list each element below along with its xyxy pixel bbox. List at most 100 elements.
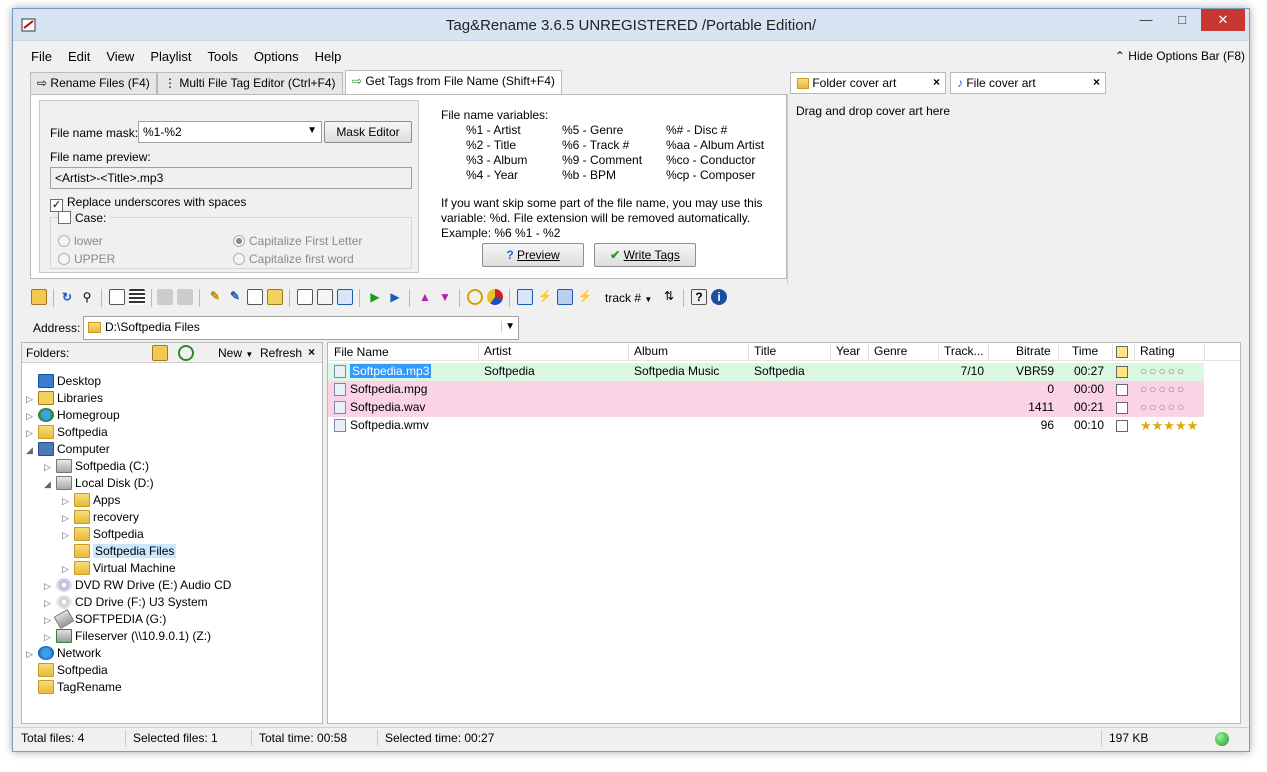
folder-tag-icon[interactable] — [267, 289, 283, 305]
info-icon[interactable]: i — [711, 289, 727, 305]
expand-arrow-icon[interactable]: ▷ — [62, 527, 74, 544]
menu-tools[interactable]: Tools — [200, 47, 246, 66]
col-title[interactable]: Title — [754, 344, 776, 358]
menu-playlist[interactable]: Playlist — [142, 47, 199, 66]
file-row[interactable]: Softpedia.mp3 Softpedia Softpedia Music Sof… — [328, 363, 1204, 381]
tree-node[interactable]: ▷ recovery — [62, 509, 139, 526]
case-lower-radio[interactable]: lower — [58, 234, 103, 248]
col-album[interactable]: Album — [634, 344, 668, 358]
tree-node[interactable]: ▷ Softpedia — [62, 526, 144, 543]
expand-arrow-icon[interactable]: ▷ — [44, 459, 56, 476]
expand-arrow-icon[interactable]: ▷ — [44, 629, 56, 646]
expand-arrow-icon[interactable]: ▷ — [62, 493, 74, 510]
tree-node[interactable]: ▷ SOFTPEDIA (G:) — [44, 608, 166, 630]
case-upper-radio[interactable]: UPPER — [58, 252, 115, 266]
tree-node[interactable]: Desktop — [26, 373, 101, 390]
play-icon[interactable]: ▶ — [367, 289, 383, 305]
picture-column-icon[interactable] — [1116, 346, 1128, 358]
maximize-button[interactable]: □ — [1167, 9, 1197, 31]
help-icon[interactable]: ? — [691, 289, 707, 305]
tree-node[interactable]: ▷ Fileserver (\\10.9.0.1) (Z:) — [44, 628, 211, 645]
move-down-icon[interactable]: ▼ — [437, 289, 453, 305]
close-button[interactable]: ✕ — [1201, 9, 1245, 31]
menu-view[interactable]: View — [98, 47, 142, 66]
clipboard-tag-icon[interactable] — [337, 289, 353, 305]
tree-node[interactable]: ▷ Apps — [62, 492, 120, 509]
close-icon[interactable]: × — [933, 75, 940, 89]
col-track[interactable]: Track... — [944, 344, 984, 358]
cover-art-drop-area[interactable]: Drag and drop cover art here — [787, 94, 1109, 284]
rating-stars[interactable]: ○○○○○ — [1140, 364, 1186, 378]
file-row[interactable]: Softpedia.wmv 96 00:10 ★★★★★ — [328, 417, 1204, 435]
edit-pencil-icon[interactable]: ✎ — [207, 289, 223, 305]
case-capitalize-letter-radio[interactable]: Capitalize First Letter — [233, 234, 362, 248]
tree-node[interactable]: ◢ Local Disk (D:) — [44, 475, 154, 492]
chart-pie-icon[interactable] — [487, 289, 503, 305]
expand-arrow-icon[interactable]: ▷ — [44, 595, 56, 612]
favorites-icon[interactable] — [178, 345, 194, 361]
address-input[interactable]: D:\Softpedia Files ▼ — [83, 316, 519, 340]
expand-arrow-icon[interactable]: ▷ — [26, 391, 38, 408]
mask-combobox[interactable]: %1-%2 ▼ — [138, 121, 322, 143]
tree-node[interactable]: TagRename — [26, 679, 122, 696]
cd-icon[interactable] — [467, 289, 483, 305]
windows-icon[interactable] — [557, 289, 573, 305]
folder-new-icon[interactable] — [177, 289, 193, 305]
grid-view-icon[interactable] — [129, 289, 145, 305]
tree-node[interactable]: ▷ Softpedia — [26, 424, 108, 441]
copy-icon[interactable] — [297, 289, 313, 305]
expand-arrow-icon[interactable]: ▷ — [26, 425, 38, 442]
col-genre[interactable]: Genre — [874, 344, 907, 358]
folder-up-icon[interactable] — [157, 289, 173, 305]
tree-node[interactable]: ▷ DVD RW Drive (E:) Audio CD — [44, 577, 231, 594]
tab-get-tags-from-file-name[interactable]: ⇨ Get Tags from File Name (Shift+F4) — [345, 70, 562, 95]
expand-arrow-icon[interactable]: ▷ — [26, 408, 38, 425]
expand-arrow-icon[interactable]: ▷ — [44, 612, 56, 629]
tree-node[interactable]: ▷ Libraries — [26, 390, 103, 407]
open-folder-icon[interactable] — [31, 289, 47, 305]
move-up-icon[interactable]: ▲ — [417, 289, 433, 305]
tab-multi-file-tag-editor[interactable]: ⋮ Multi File Tag Editor (Ctrl+F4) — [157, 72, 343, 94]
tab-folder-cover-art[interactable]: Folder cover art × — [790, 72, 946, 94]
tree-node[interactable]: ▷ Virtual Machine — [62, 560, 176, 577]
tree-view-icon[interactable] — [109, 289, 125, 305]
col-time[interactable]: Time — [1072, 344, 1098, 358]
file-row[interactable]: Softpedia.wav 1411 00:21 ○○○○○ — [328, 399, 1204, 417]
expand-arrow-icon[interactable]: ▷ — [62, 510, 74, 527]
mask-editor-button[interactable]: Mask Editor — [324, 121, 412, 143]
menu-help[interactable]: Help — [307, 47, 350, 66]
sort-icon[interactable]: ⇅ — [661, 289, 677, 305]
col-bitrate[interactable]: Bitrate — [1016, 344, 1051, 358]
expand-arrow-icon[interactable]: ▷ — [26, 646, 38, 663]
folder-up-icon[interactable] — [152, 345, 168, 361]
replace-underscores-checkbox[interactable]: ✓ Replace underscores with spaces — [50, 195, 246, 212]
tree-node[interactable]: ▷ CD Drive (F:) U3 System — [44, 594, 208, 611]
col-rating[interactable]: Rating — [1140, 344, 1175, 358]
search-icon[interactable]: ⚲ — [79, 289, 95, 305]
expand-arrow-icon[interactable]: ◢ — [26, 442, 38, 459]
col-year[interactable]: Year — [836, 344, 860, 358]
minimize-button[interactable]: — — [1131, 9, 1161, 31]
check-doc-icon[interactable] — [517, 289, 533, 305]
expand-arrow-icon[interactable]: ◢ — [44, 476, 56, 493]
tab-rename-files[interactable]: ⇨ Rename Files (F4) — [30, 72, 157, 94]
rating-stars[interactable]: ○○○○○ — [1140, 382, 1186, 396]
file-row[interactable]: Softpedia.mpg 0 00:00 ○○○○○ — [328, 381, 1204, 399]
menu-file[interactable]: File — [23, 47, 60, 66]
write-tags-button[interactable]: ✔ Write Tags — [594, 243, 696, 267]
tree-node[interactable]: ▷ Softpedia (C:) — [44, 458, 149, 475]
edit-blue-pencil-icon[interactable]: ✎ — [227, 289, 243, 305]
col-artist[interactable]: Artist — [484, 344, 511, 358]
chevron-down-icon[interactable]: ▼ — [501, 321, 515, 332]
track-number-dropdown[interactable]: track # ▼ — [605, 291, 652, 305]
tree-node[interactable]: ▷ Network — [26, 645, 101, 662]
new-folder-button[interactable]: New ▼ — [218, 346, 253, 360]
play-queue-icon[interactable]: ▶ — [387, 289, 403, 305]
tree-node[interactable]: ◢ Computer — [26, 441, 110, 458]
lightning-icon[interactable]: ⚡ — [537, 289, 553, 305]
rating-stars[interactable]: ○○○○○ — [1140, 400, 1186, 414]
expand-arrow-icon[interactable]: ▷ — [44, 578, 56, 595]
refresh-icon[interactable]: ↻ — [59, 289, 75, 305]
tree-node[interactable]: Softpedia — [26, 662, 108, 679]
hide-options-bar-button[interactable]: ⌃ Hide Options Bar (F8) — [1115, 49, 1245, 63]
